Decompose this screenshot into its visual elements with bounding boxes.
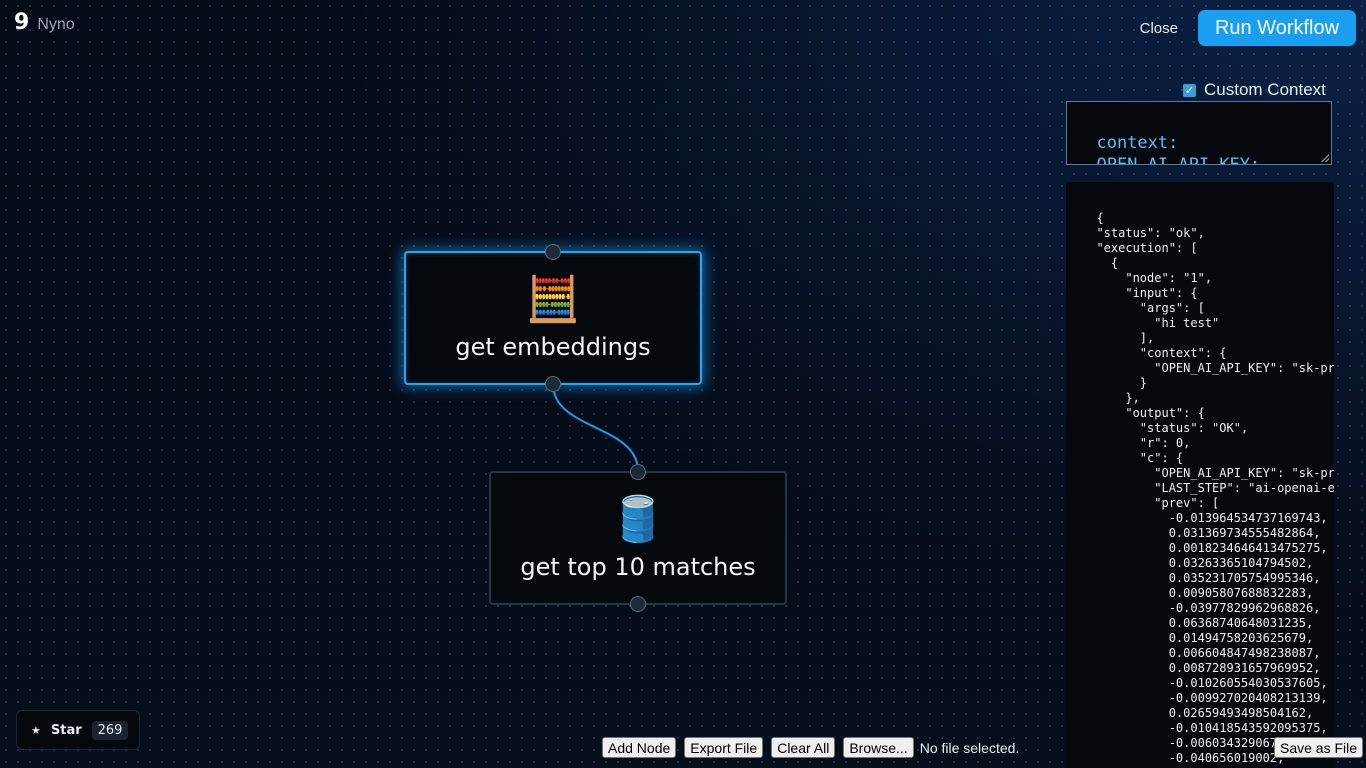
execution-output-json: { "status": "ok", "execution": [ { "node… — [1096, 211, 1334, 768]
save-as-file-button[interactable]: Save as File — [1274, 737, 1364, 758]
github-star-widget[interactable]: ★ Star 269 — [16, 710, 140, 750]
logo-mark: 9 — [14, 10, 30, 35]
edge-1-to-2[interactable] — [552, 383, 639, 472]
node-label: get embeddings — [455, 333, 651, 361]
star-count: 269 — [91, 720, 129, 740]
node-input-handle[interactable] — [630, 464, 646, 480]
add-node-button[interactable]: Add Node — [602, 737, 677, 758]
custom-context-toggle[interactable]: ✓ Custom Context — [1183, 80, 1326, 100]
node-label: get top 10 matches — [520, 553, 756, 581]
close-button[interactable]: Close — [1140, 20, 1178, 37]
workflow-node-get-top-matches[interactable]: 🛢️ get top 10 matches — [489, 464, 787, 612]
star-label: Star — [50, 722, 82, 738]
node-output-handle[interactable] — [545, 376, 561, 392]
file-status-text: No file selected. — [919, 739, 1020, 756]
custom-context-label: Custom Context — [1204, 80, 1326, 99]
run-workflow-button[interactable]: Run Workflow — [1198, 10, 1356, 46]
star-icon: ★ — [31, 723, 41, 737]
custom-context-checkbox[interactable]: ✓ — [1183, 83, 1196, 97]
node-input-handle[interactable] — [545, 244, 561, 260]
app-logo[interactable]: 9 Nyno — [14, 10, 75, 35]
custom-context-textarea[interactable]: context: OPEN_AI_API_KEY: "sk-proj... — [1066, 101, 1332, 165]
export-file-button[interactable]: Export File — [684, 737, 764, 758]
node-output-handle[interactable] — [630, 596, 646, 612]
workflow-node-get-embeddings[interactable]: 🧮 get embeddings — [404, 244, 702, 392]
browse-file-button[interactable]: Browse... — [843, 737, 914, 758]
execution-output-panel[interactable]: { "status": "ok", "execution": [ { "node… — [1066, 182, 1334, 768]
app-name: Nyno — [37, 16, 75, 33]
database-icon: 🛢️ — [610, 494, 666, 545]
resize-handle-icon[interactable] — [1321, 154, 1329, 162]
clear-all-button[interactable]: Clear All — [771, 737, 836, 758]
panel-header: Close Run Workflow — [1140, 10, 1356, 46]
custom-context-value: context: OPEN_AI_API_KEY: "sk-proj... — [1096, 133, 1261, 165]
bottom-toolbar: Add Node Export File Clear All Browse...… — [602, 737, 1019, 758]
abacus-icon: 🧮 — [525, 274, 581, 325]
